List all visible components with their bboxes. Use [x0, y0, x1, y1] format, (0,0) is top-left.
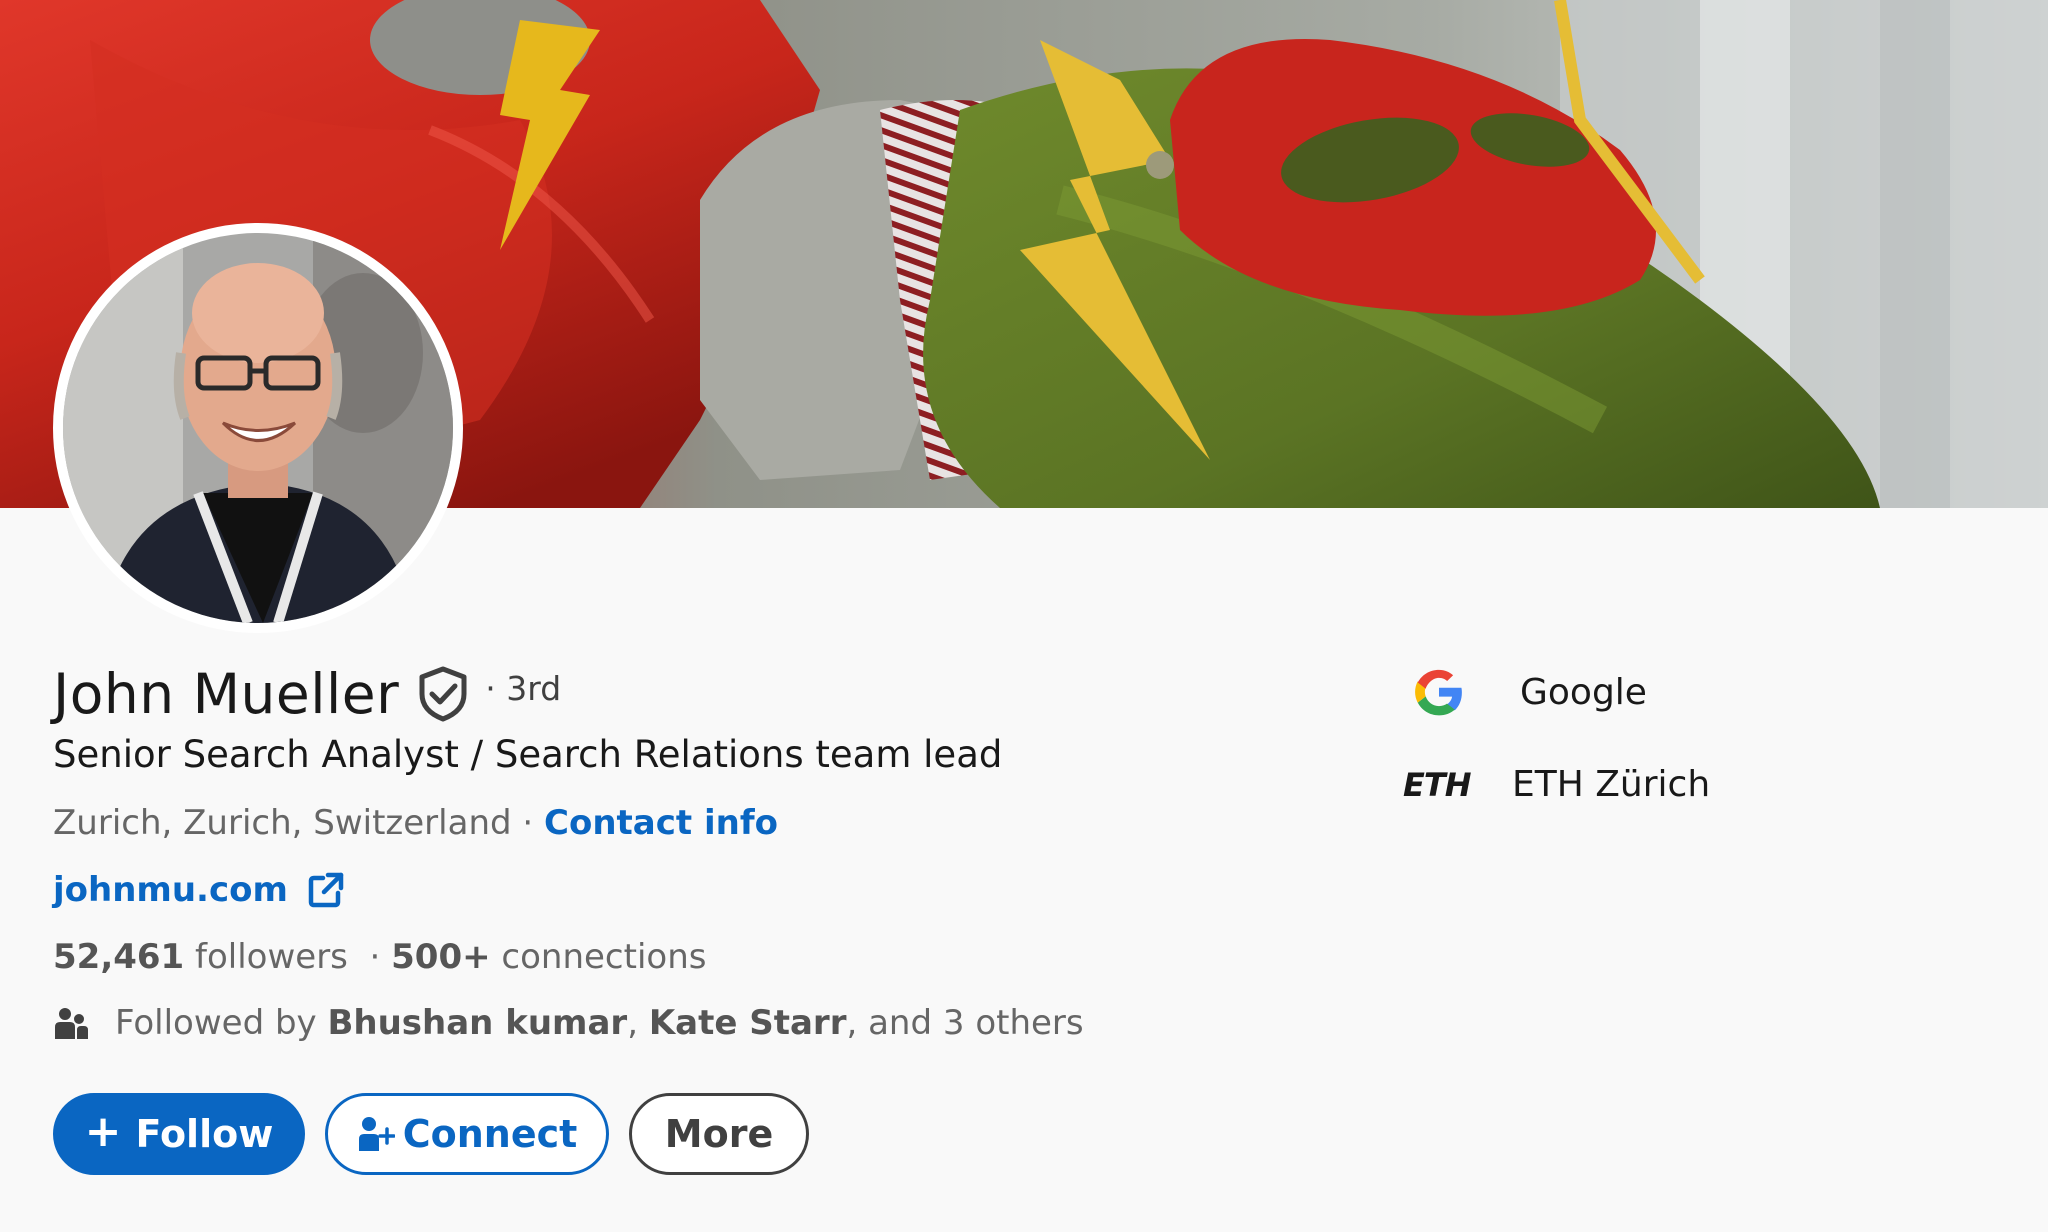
stats-separator: ·: [347, 937, 392, 977]
profile-card: John Mueller · 3rd Senior Search Analyst…: [0, 0, 2048, 1232]
org-name-google: Google: [1520, 671, 1647, 713]
add-person-icon: [358, 1117, 395, 1151]
external-link-icon[interactable]: [308, 872, 344, 908]
org-name-eth: ETH Zürich: [1512, 764, 1711, 805]
followed-by-prefix: Followed by: [115, 1003, 328, 1043]
connections-count[interactable]: 500+: [391, 937, 490, 977]
action-buttons: + Follow Connect More: [53, 1093, 809, 1175]
followers-count: 52,461: [53, 937, 185, 977]
eth-logo-icon: ETH: [1403, 765, 1471, 804]
org-eth-zurich[interactable]: ETH ETH Zürich: [1403, 764, 1711, 805]
shield-check-icon[interactable]: [417, 666, 469, 722]
org-google[interactable]: Google: [1410, 663, 1647, 721]
follow-button-label: Follow: [135, 1112, 274, 1156]
profile-name: John Mueller: [53, 662, 400, 726]
location-row: Zurich, Zurich, Switzerland · Contact in…: [53, 803, 778, 843]
followed-by-suffix: , and 3 others: [846, 1003, 1084, 1043]
connection-degree: · 3rd: [485, 668, 562, 708]
website-link[interactable]: johnmu.com: [53, 870, 288, 910]
followed-by-row[interactable]: Followed by Bhushan kumar, Kate Starr, a…: [53, 1003, 1084, 1043]
follower-name-1[interactable]: Bhushan kumar: [327, 1003, 627, 1043]
connections-label[interactable]: connections: [491, 937, 706, 977]
people-icon: [55, 1008, 88, 1039]
connect-button-label: Connect: [402, 1112, 578, 1156]
more-button-label: More: [664, 1112, 774, 1156]
profile-location: Zurich, Zurich, Switzerland: [53, 803, 512, 843]
website-row: johnmu.com: [53, 870, 344, 910]
stats-row: 52,461 followers · 500+ connections: [53, 937, 706, 977]
follower-name-2[interactable]: Kate Starr: [649, 1003, 847, 1043]
plus-icon: +: [84, 1106, 122, 1157]
profile-headline: Senior Search Analyst / Search Relations…: [53, 733, 1003, 776]
profile-avatar[interactable]: [53, 223, 463, 633]
contact-info-link[interactable]: Contact info: [544, 803, 778, 843]
followed-by-comma: ,: [627, 1003, 649, 1043]
google-logo-icon: [1410, 663, 1468, 721]
name-row: John Mueller · 3rd: [53, 658, 561, 730]
connect-button[interactable]: Connect: [325, 1093, 609, 1175]
follow-button[interactable]: + Follow: [53, 1093, 305, 1175]
separator-dot: ·: [511, 803, 545, 843]
followers-label: followers: [184, 937, 348, 977]
more-button[interactable]: More: [629, 1093, 809, 1175]
